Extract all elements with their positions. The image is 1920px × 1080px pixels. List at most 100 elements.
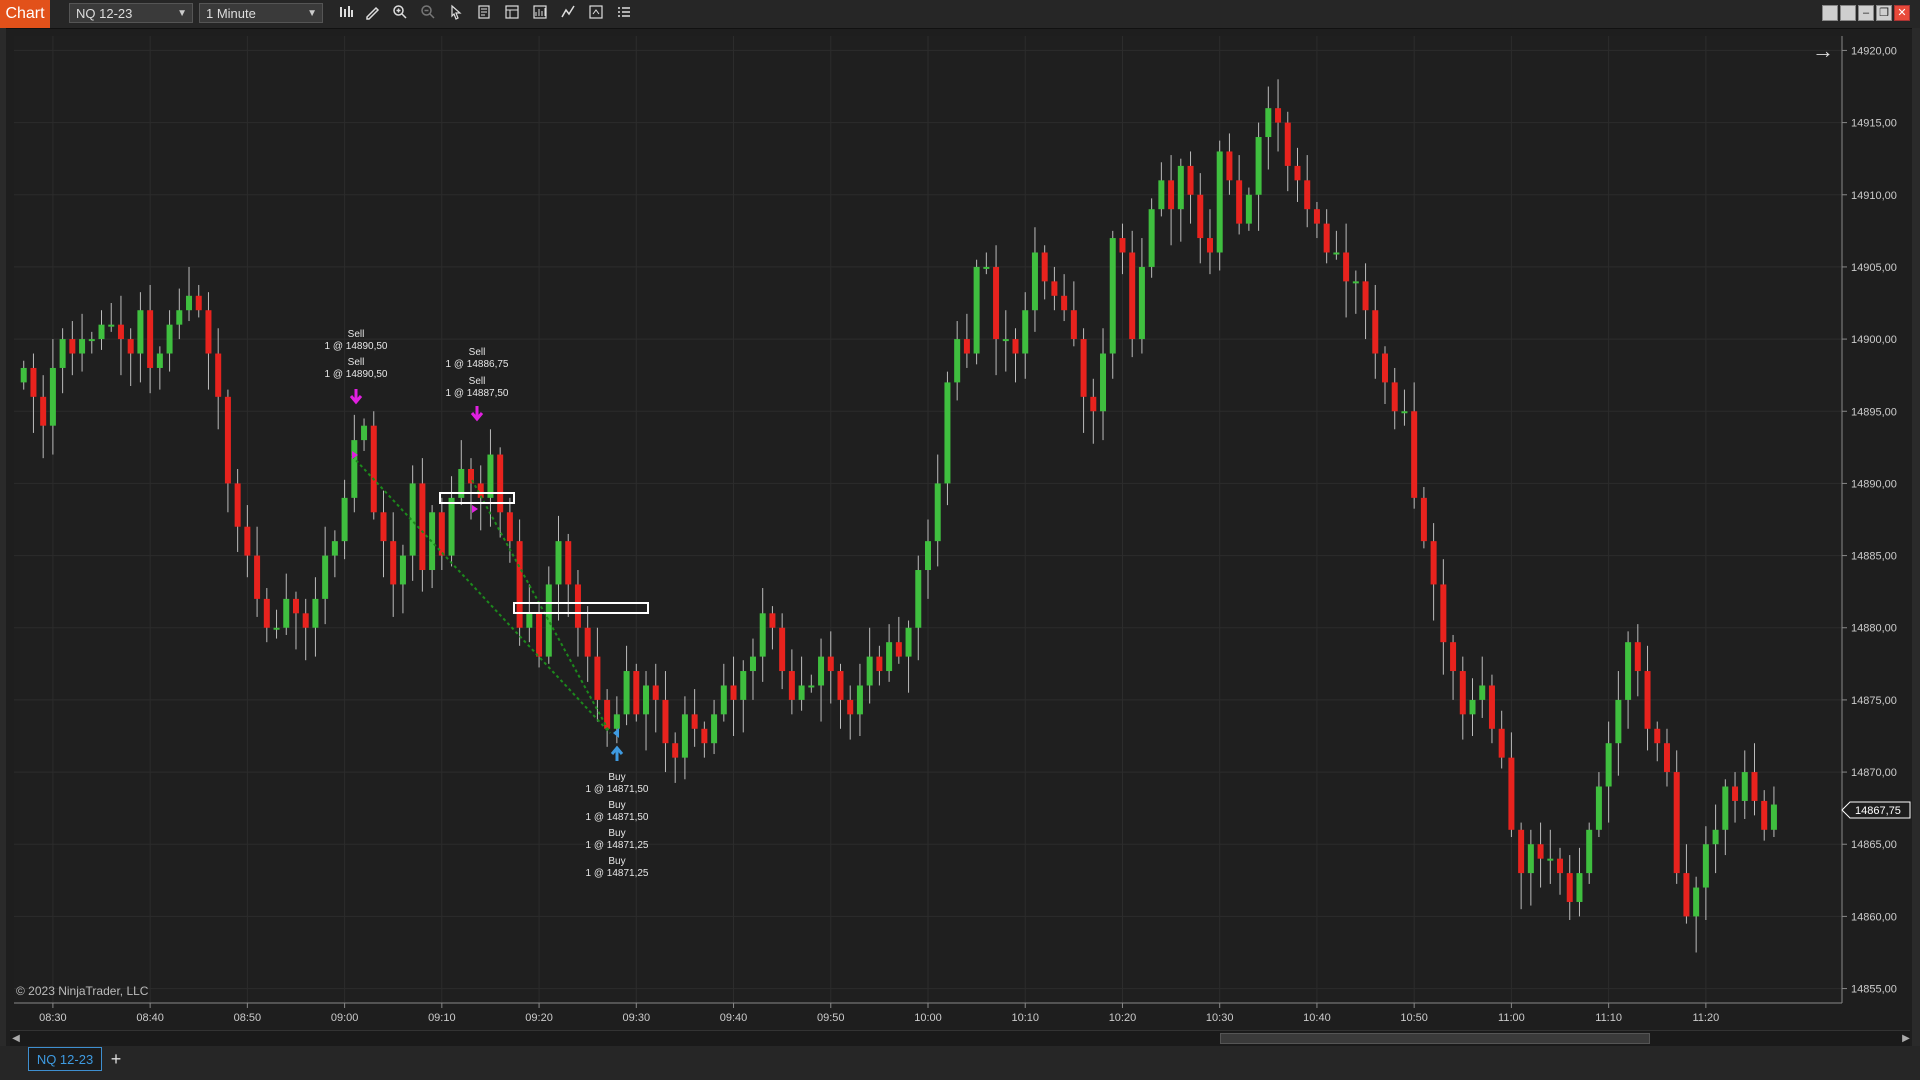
candle-body <box>1770 804 1777 830</box>
add-tab-button[interactable]: + <box>106 1048 126 1070</box>
chart-trader-icon[interactable] <box>586 4 606 24</box>
y-tick-label: 14905,00 <box>1851 262 1897 274</box>
scroll-thumb[interactable] <box>1220 1033 1650 1044</box>
candle-body <box>399 555 406 585</box>
x-tick-label: 09:30 <box>623 1012 651 1024</box>
x-tick-label: 11:10 <box>1595 1012 1622 1024</box>
candle-body <box>1119 238 1126 253</box>
candle-body <box>1313 209 1320 224</box>
tile-window-icon[interactable] <box>1822 5 1838 21</box>
instrument-selector[interactable]: NQ 12-23 ▼ <box>69 3 193 23</box>
minimize-icon[interactable]: – <box>1858 5 1874 21</box>
candle-body <box>40 396 47 426</box>
window-options-icon[interactable] <box>1840 5 1856 21</box>
sell-label: 1 @ 14887,50 <box>446 388 509 399</box>
candle-body <box>1197 194 1204 239</box>
scroll-right-icon[interactable]: ▶ <box>1900 1032 1912 1046</box>
candle-body <box>1245 194 1252 224</box>
sell-label: Sell <box>348 357 365 368</box>
y-tick-label: 14870,00 <box>1851 767 1897 779</box>
candle-body <box>1129 252 1136 340</box>
candle-body <box>1343 252 1350 282</box>
candle-body <box>876 656 883 672</box>
candle-body <box>1518 829 1525 874</box>
x-tick-label: 09:50 <box>817 1012 845 1024</box>
candle-body <box>370 425 377 513</box>
candle-body <box>623 671 630 715</box>
candle-body <box>117 324 124 340</box>
candle-body <box>818 656 825 686</box>
candle-body <box>983 266 990 269</box>
templates-icon[interactable] <box>614 4 634 24</box>
zoom-in-icon[interactable] <box>390 4 410 24</box>
chart-title-tab[interactable]: Chart <box>0 0 50 28</box>
candle-body <box>1557 858 1564 874</box>
y-tick-label: 14855,00 <box>1851 984 1897 996</box>
candle-body <box>390 541 397 585</box>
zoom-out-icon[interactable] <box>418 4 438 24</box>
candle-body <box>1304 180 1311 210</box>
price-chart[interactable]: Sell 1 @ 14890,50 Sell 1 @ 14890,50 Sell… <box>0 28 1920 1058</box>
candle-body <box>419 483 426 571</box>
sell-label: Sell <box>469 376 486 387</box>
candle-body <box>866 656 873 686</box>
data-box-icon[interactable] <box>474 4 494 24</box>
candle-body <box>1634 642 1641 672</box>
candle-body <box>691 714 698 729</box>
properties-icon[interactable] <box>502 4 522 24</box>
candle-body <box>1722 786 1729 830</box>
candle-body <box>302 613 309 628</box>
candle-body <box>798 685 805 700</box>
x-tick-label: 09:00 <box>331 1012 359 1024</box>
y-tick-label: 14900,00 <box>1851 334 1897 346</box>
candle-body <box>1265 108 1272 138</box>
candle-body <box>594 656 601 700</box>
buy-label: 1 @ 14871,50 <box>586 812 649 823</box>
candle-body <box>886 642 893 672</box>
horizontal-scrollbar[interactable]: ◀ ▶ <box>10 1030 1910 1047</box>
candle-body <box>749 656 756 672</box>
candle-body <box>584 627 591 657</box>
candle-body <box>565 541 572 585</box>
candle-body <box>361 425 368 441</box>
candle-body <box>613 714 620 729</box>
strategies-icon[interactable] <box>530 4 550 24</box>
candle-body <box>69 339 76 354</box>
candle-body <box>147 310 154 368</box>
candle-body <box>973 266 980 354</box>
chevron-down-icon: ▼ <box>307 8 317 19</box>
candle-body <box>1109 238 1116 354</box>
close-icon[interactable]: ✕ <box>1894 5 1910 21</box>
scroll-left-icon[interactable]: ◀ <box>10 1032 22 1046</box>
candle-body <box>837 671 844 700</box>
candle-body <box>49 367 56 426</box>
candle-body <box>1625 642 1632 700</box>
y-tick-label: 14885,00 <box>1851 551 1897 563</box>
indicators-icon[interactable] <box>558 4 578 24</box>
candle-body <box>1168 180 1175 210</box>
candle-body <box>1537 844 1544 859</box>
candle-body <box>1527 844 1534 874</box>
interval-selector[interactable]: 1 Minute ▼ <box>199 3 323 23</box>
candle-body <box>1586 829 1593 874</box>
arrow-right-icon[interactable]: → <box>1812 38 1834 64</box>
candle-body <box>1158 180 1165 210</box>
candle-body <box>380 512 387 542</box>
x-tick-label: 09:40 <box>720 1012 748 1024</box>
bar-type-icon[interactable] <box>336 4 356 24</box>
pointer-icon[interactable] <box>446 4 466 24</box>
candle-body <box>905 627 912 657</box>
candle-body <box>856 685 863 715</box>
candle-body <box>1450 642 1457 672</box>
candle-body <box>1430 541 1437 585</box>
candle-body <box>156 353 163 368</box>
x-tick-label: 08:50 <box>234 1012 262 1024</box>
candle-body <box>195 295 202 311</box>
sell-label: 1 @ 14886,75 <box>446 359 509 370</box>
instrument-tab[interactable]: NQ 12-23 <box>28 1047 102 1071</box>
x-tick-label: 10:30 <box>1206 1012 1234 1024</box>
candle-body <box>1061 295 1068 311</box>
maximize-icon[interactable]: ❐ <box>1876 5 1892 21</box>
draw-pencil-icon[interactable] <box>362 4 382 24</box>
candle-body <box>1479 685 1486 700</box>
